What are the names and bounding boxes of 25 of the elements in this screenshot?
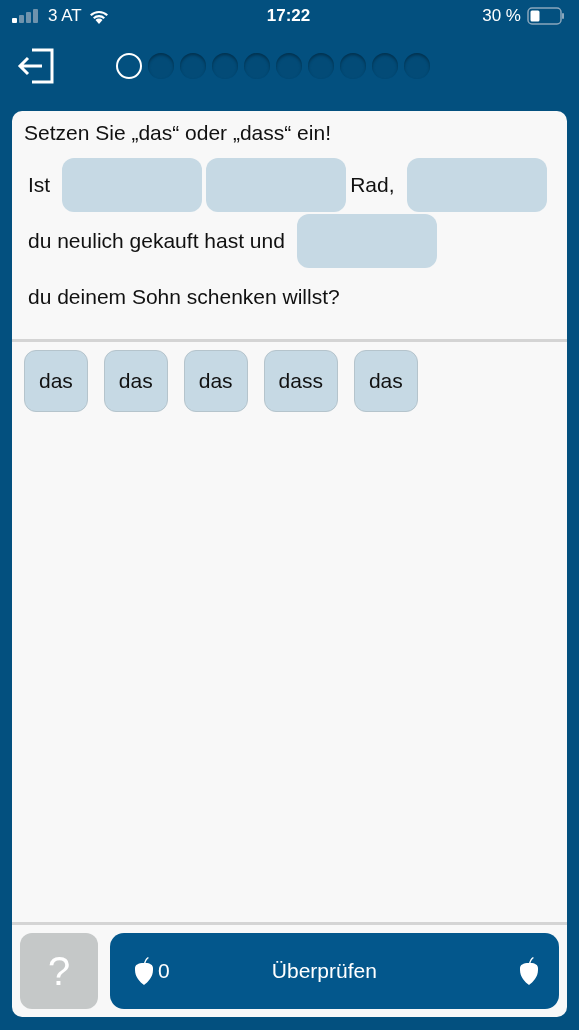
clock: 17:22 [266, 6, 311, 26]
drop-slot[interactable] [296, 214, 437, 268]
word-chip[interactable]: dass [263, 350, 338, 412]
drop-slot[interactable] [406, 158, 547, 212]
battery-percent: 30 % [482, 6, 521, 26]
sentence-text: du neulich gekauft hast und [28, 229, 285, 253]
sentence-text: du deinem Sohn schenken willst? [28, 285, 340, 309]
wifi-icon [87, 8, 110, 24]
drop-slot[interactable] [62, 158, 203, 212]
battery-icon [527, 7, 565, 25]
word-chip[interactable]: das [103, 350, 168, 412]
check-button[interactable]: 0 Überprüfen [110, 933, 559, 1009]
sentence-text: Rad, [350, 173, 395, 197]
exit-icon [16, 46, 56, 86]
acorn-icon [134, 957, 154, 985]
acorn-icon [519, 957, 539, 985]
word-chip[interactable]: das [183, 350, 248, 412]
sentence-text: Ist [28, 173, 51, 197]
instruction-text: Setzen Sie „das“ oder „dass“ ein! [24, 121, 332, 145]
word-chip[interactable]: das [24, 350, 88, 412]
word-chip[interactable]: das [353, 350, 418, 412]
acorn-count: 0 [158, 959, 170, 983]
exit-button[interactable] [16, 46, 56, 86]
drop-slot[interactable] [206, 158, 347, 212]
carrier-name: 3 AT [48, 6, 82, 26]
